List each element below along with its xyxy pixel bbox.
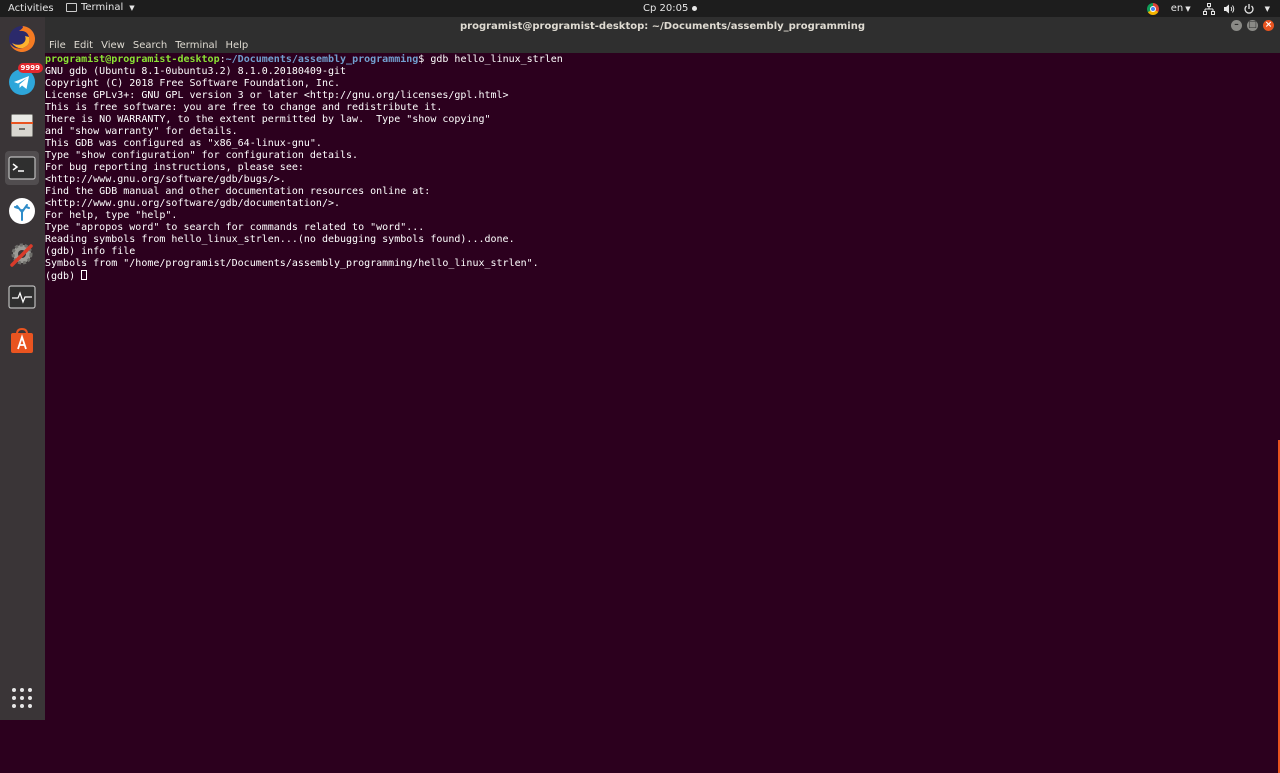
chrome-indicator-icon[interactable]	[1146, 2, 1159, 15]
menu-bar: File Edit View Search Terminal Help	[45, 37, 1280, 53]
show-applications-button[interactable]	[5, 681, 39, 715]
window-title: programist@programist-desktop: ~/Documen…	[460, 21, 865, 32]
output-line: Reading symbols from hello_linux_strlen.…	[45, 234, 515, 245]
output-line: There is NO WARRANTY, to the extent perm…	[45, 114, 491, 125]
output-line: <http://www.gnu.org/software/gdb/bugs/>.	[45, 174, 286, 185]
maximize-icon: □	[1248, 20, 1257, 30]
output-line: License GPLv3+: GNU GPL version 3 or lat…	[45, 90, 509, 101]
dock-settings[interactable]	[5, 237, 39, 271]
output-line: This GDB was configured as "x86_64-linux…	[45, 138, 322, 149]
output-line: This is free software: you are free to c…	[45, 102, 443, 113]
system-monitor-icon	[8, 285, 36, 309]
software-center-icon	[11, 327, 33, 353]
dock-firefox[interactable]	[5, 22, 39, 56]
dock-telegram[interactable]: 9999	[5, 63, 43, 99]
system-menu[interactable]: ▼	[1202, 2, 1270, 15]
terminal-app-icon	[66, 3, 77, 12]
terminal-icon	[8, 156, 36, 180]
menu-help[interactable]: Help	[225, 40, 248, 51]
menu-search[interactable]: Search	[133, 40, 167, 51]
chevron-down-icon: ▼	[1185, 5, 1191, 13]
notification-dot-icon	[692, 6, 698, 11]
language-label: en	[1170, 3, 1184, 14]
dock: 9999	[0, 17, 45, 720]
dock-terminal[interactable]	[5, 151, 39, 185]
output-line: Find the GDB manual and other documentat…	[45, 186, 431, 197]
output-line: (gdb) info file	[45, 246, 136, 257]
maximize-button[interactable]: □	[1247, 20, 1258, 31]
close-button[interactable]: ×	[1263, 20, 1274, 31]
minimize-button[interactable]: –	[1231, 20, 1242, 31]
top-panel: Activities Terminal ▼ Ср 20:05 en ▼ ▼	[0, 0, 1280, 17]
dock-files[interactable]	[5, 108, 39, 142]
gdb-prompt: (gdb)	[45, 271, 82, 282]
gdb-prompt-line[interactable]: (gdb)	[45, 270, 1280, 282]
output-line: and "show warranty" for details.	[45, 126, 238, 137]
dock-software[interactable]	[5, 323, 39, 357]
menu-view[interactable]: View	[101, 40, 125, 51]
language-selector[interactable]: en ▼	[1171, 3, 1191, 14]
network-icon	[1202, 2, 1215, 15]
output-line: Type "show configuration" for configurat…	[45, 150, 359, 161]
clock[interactable]: Ср 20:05	[643, 3, 698, 14]
coral-app-icon	[9, 198, 35, 224]
volume-icon	[1223, 4, 1234, 13]
app-menu-label: Terminal	[81, 2, 124, 13]
chevron-down-icon: ▼	[129, 3, 135, 12]
terminal-output[interactable]: programist@programist-desktop:~/Document…	[45, 53, 1280, 773]
clock-label: Ср 20:05	[643, 3, 689, 14]
dock-app[interactable]	[5, 194, 39, 228]
firefox-icon	[9, 26, 35, 52]
notification-badge: 9999	[17, 63, 43, 73]
app-menu[interactable]: Terminal ▼	[66, 2, 135, 13]
output-line: GNU gdb (Ubuntu 8.1-0ubuntu3.2) 8.1.0.20…	[45, 66, 347, 77]
command-line: programist@programist-desktop:~/Document…	[45, 54, 1280, 66]
output-line: Copyright (C) 2018 Free Software Foundat…	[45, 78, 341, 89]
text-cursor	[81, 270, 88, 280]
prompt-path: ~/Documents/assembly_programming	[225, 54, 419, 65]
output-line: For help, type "help".	[45, 210, 178, 221]
file-cabinet-icon	[11, 114, 33, 137]
menu-file[interactable]: File	[49, 40, 66, 51]
system-tray: en ▼ ▼	[1146, 1, 1270, 16]
menu-edit[interactable]: Edit	[74, 40, 93, 51]
activities-button[interactable]: Activities	[8, 3, 54, 14]
settings-tools-icon	[10, 243, 33, 267]
close-icon: ×	[1264, 20, 1273, 30]
minimize-icon: –	[1234, 20, 1239, 30]
power-icon	[1243, 3, 1254, 14]
output-line: Type "apropos word" to search for comman…	[45, 222, 425, 233]
dock-system-monitor[interactable]	[5, 280, 39, 314]
window-controls: – □ ×	[1231, 20, 1274, 31]
command-text: $ gdb hello_linux_strlen	[418, 54, 563, 65]
prompt-user: programist@programist-desktop	[45, 54, 220, 65]
output-line: For bug reporting instructions, please s…	[45, 162, 304, 173]
output-line: Symbols from "/home/programist/Documents…	[45, 258, 539, 269]
chevron-down-icon: ▼	[1264, 4, 1270, 13]
window-title-bar[interactable]: programist@programist-desktop: ~/Documen…	[45, 17, 1280, 37]
output-line: <http://www.gnu.org/software/gdb/documen…	[45, 198, 341, 209]
menu-terminal[interactable]: Terminal	[175, 40, 217, 51]
app-grid-icon	[12, 688, 32, 708]
